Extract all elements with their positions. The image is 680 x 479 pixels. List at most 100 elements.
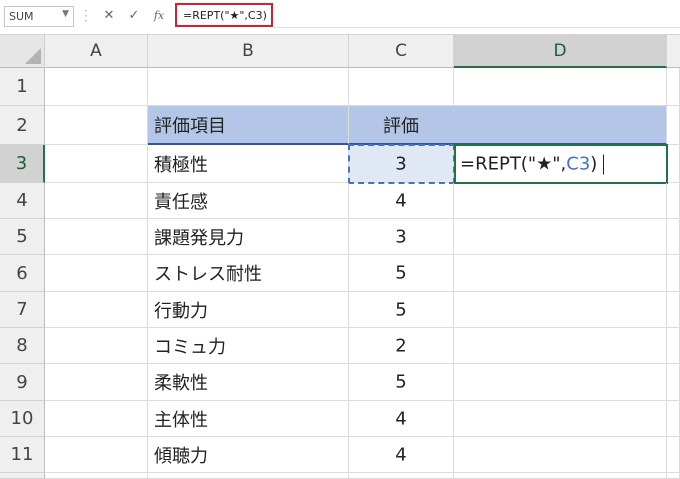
cell-c1[interactable] bbox=[349, 68, 454, 106]
cell-c9[interactable]: 5 bbox=[349, 364, 454, 401]
row-header-6[interactable]: 6 bbox=[0, 255, 45, 292]
text-caret bbox=[603, 154, 605, 175]
row-header-3[interactable]: 3 bbox=[0, 145, 45, 183]
active-cell-editor[interactable]: =REPT("★",C3) bbox=[454, 144, 668, 184]
column-header-e[interactable] bbox=[667, 35, 680, 68]
cell-a8[interactable] bbox=[45, 328, 148, 364]
cell-d7[interactable] bbox=[454, 292, 667, 328]
cell-a2[interactable] bbox=[45, 106, 148, 145]
cell-a4[interactable] bbox=[45, 183, 148, 219]
insert-function-icon[interactable]: fx bbox=[149, 6, 169, 26]
row-header-11[interactable]: 11 bbox=[0, 437, 45, 473]
cell-a3[interactable] bbox=[45, 145, 148, 183]
cell-b9[interactable]: 柔軟性 bbox=[148, 364, 349, 401]
cell-e7[interactable] bbox=[667, 292, 680, 328]
cell-a11[interactable] bbox=[45, 437, 148, 473]
cell-b7[interactable]: 行動力 bbox=[148, 292, 349, 328]
row-header-4[interactable]: 4 bbox=[0, 183, 45, 219]
column-header-b[interactable]: B bbox=[148, 35, 349, 68]
row-header-10[interactable]: 10 bbox=[0, 401, 45, 437]
chevron-down-icon[interactable]: ▼ bbox=[62, 9, 69, 19]
cell-a9[interactable] bbox=[45, 364, 148, 401]
row-header-12[interactable] bbox=[0, 473, 45, 479]
item-score: 3 bbox=[395, 226, 407, 247]
column-header-d[interactable]: D bbox=[454, 35, 667, 68]
cell-e8[interactable] bbox=[667, 328, 680, 364]
cell-e10[interactable] bbox=[667, 401, 680, 437]
cell-e12[interactable] bbox=[667, 473, 680, 479]
cell-e5[interactable] bbox=[667, 219, 680, 255]
edit-formula-prefix: =REPT("★", bbox=[460, 153, 567, 175]
item-score: 2 bbox=[395, 335, 407, 356]
cell-c10[interactable]: 4 bbox=[349, 401, 454, 437]
cell-b10[interactable]: 主体性 bbox=[148, 401, 349, 437]
cell-e1[interactable] bbox=[667, 68, 680, 106]
enter-icon[interactable]: ✓ bbox=[124, 6, 144, 26]
cell-c2[interactable]: 評価 bbox=[349, 106, 454, 145]
row-header-8[interactable]: 8 bbox=[0, 328, 45, 364]
cell-c7[interactable]: 5 bbox=[349, 292, 454, 328]
cell-e4[interactable] bbox=[667, 183, 680, 219]
cell-d4[interactable] bbox=[454, 183, 667, 219]
cell-b1[interactable] bbox=[148, 68, 349, 106]
cell-e11[interactable] bbox=[667, 437, 680, 473]
item-score: 4 bbox=[395, 408, 407, 429]
cell-a6[interactable] bbox=[45, 255, 148, 292]
cell-b8[interactable]: コミュ力 bbox=[148, 328, 349, 364]
cell-d5[interactable] bbox=[454, 219, 667, 255]
drag-handle-icon[interactable]: · · · bbox=[84, 5, 88, 27]
row-header-9[interactable]: 9 bbox=[0, 364, 45, 401]
row-header-1[interactable]: 1 bbox=[0, 68, 45, 106]
item-label: 行動力 bbox=[154, 300, 208, 322]
cell-d11[interactable] bbox=[454, 437, 667, 473]
cell-b6[interactable]: ストレス耐性 bbox=[148, 255, 349, 292]
cell-a10[interactable] bbox=[45, 401, 148, 437]
formula-bar-divider bbox=[273, 27, 680, 28]
cell-a5[interactable] bbox=[45, 219, 148, 255]
select-all-button[interactable] bbox=[0, 35, 45, 68]
edit-formula-ref: C3 bbox=[566, 153, 591, 175]
cell-b3[interactable]: 積極性 bbox=[148, 145, 349, 183]
formula-bar: SUM ▼ · · · ✕ ✓ fx =REPT("★",C3) bbox=[0, 0, 680, 35]
edit-formula-suffix: ) bbox=[590, 153, 598, 175]
cell-d2[interactable] bbox=[454, 106, 667, 145]
cell-c5[interactable]: 3 bbox=[349, 219, 454, 255]
cell-d1[interactable] bbox=[454, 68, 667, 106]
cell-b5[interactable]: 課題発見力 bbox=[148, 219, 349, 255]
item-score: 4 bbox=[395, 444, 407, 465]
row-header-5[interactable]: 5 bbox=[0, 219, 45, 255]
cell-e3[interactable] bbox=[667, 145, 680, 183]
cell-a7[interactable] bbox=[45, 292, 148, 328]
cell-a1[interactable] bbox=[45, 68, 148, 106]
formula-input[interactable]: =REPT("★",C3) bbox=[175, 3, 273, 27]
cell-b11[interactable]: 傾聴力 bbox=[148, 437, 349, 473]
item-score: 3 bbox=[395, 153, 407, 174]
cell-e6[interactable] bbox=[667, 255, 680, 292]
cell-d6[interactable] bbox=[454, 255, 667, 292]
select-all-triangle-icon bbox=[25, 48, 41, 64]
item-score: 4 bbox=[395, 190, 407, 211]
cell-b4[interactable]: 責任感 bbox=[148, 183, 349, 219]
cell-b12[interactable] bbox=[148, 473, 349, 479]
cell-c8[interactable]: 2 bbox=[349, 328, 454, 364]
column-header-c[interactable]: C bbox=[349, 35, 454, 68]
cancel-icon[interactable]: ✕ bbox=[99, 6, 119, 26]
column-header-a[interactable]: A bbox=[45, 35, 148, 68]
cell-d8[interactable] bbox=[454, 328, 667, 364]
row-header-7[interactable]: 7 bbox=[0, 292, 45, 328]
cell-d9[interactable] bbox=[454, 364, 667, 401]
cell-c6[interactable]: 5 bbox=[349, 255, 454, 292]
item-label: 主体性 bbox=[154, 409, 208, 431]
cell-d10[interactable] bbox=[454, 401, 667, 437]
row-header-2[interactable]: 2 bbox=[0, 106, 45, 145]
cell-c12[interactable] bbox=[349, 473, 454, 479]
cell-b2[interactable]: 評価項目 bbox=[148, 106, 349, 145]
cell-e9[interactable] bbox=[667, 364, 680, 401]
cell-d12[interactable] bbox=[454, 473, 667, 479]
name-box[interactable]: SUM ▼ bbox=[4, 6, 74, 27]
cell-c3[interactable]: 3 bbox=[349, 145, 454, 183]
cell-a12[interactable] bbox=[45, 473, 148, 479]
cell-c4[interactable]: 4 bbox=[349, 183, 454, 219]
cell-e2[interactable] bbox=[667, 106, 680, 145]
cell-c11[interactable]: 4 bbox=[349, 437, 454, 473]
